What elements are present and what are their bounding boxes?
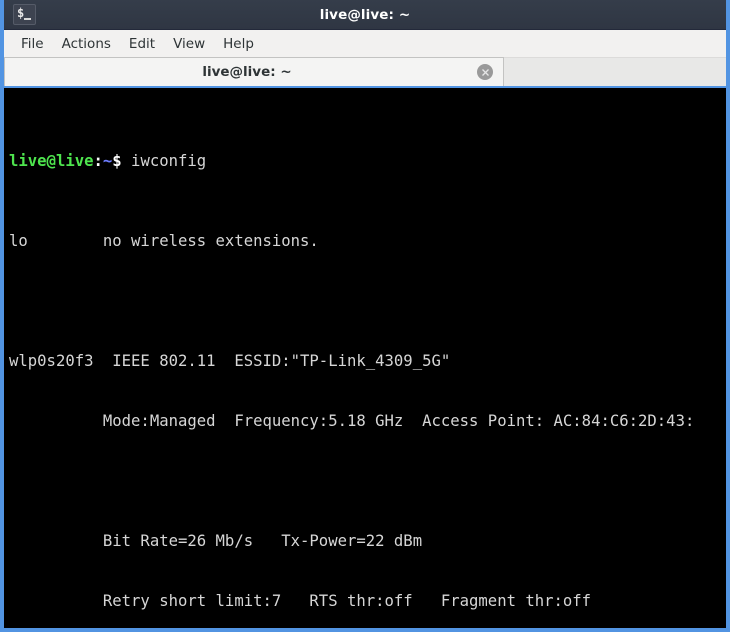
terminal-icon-dollar: $ [17,6,25,20]
terminal-screen[interactable]: live@live:~$ iwconfig lo no wireless ext… [4,88,726,628]
menu-item-actions[interactable]: Actions [53,34,120,54]
menu-item-help[interactable]: Help [214,34,263,54]
prompt-user-host: live@live [9,152,94,170]
prompt-path: ~ [102,152,113,170]
menu-item-file[interactable]: File [12,34,53,54]
tab-terminal-1[interactable]: live@live: ~ [4,57,504,86]
terminal-output-line: wlp0s20f3 IEEE 802.11 ESSID:"TP-Link_430… [9,352,451,370]
terminal-output-line: lo no wireless extensions. [9,232,319,250]
terminal-icon: $ [13,4,36,25]
window-titlebar[interactable]: $ live@live: ~ [4,0,726,30]
prompt-colon: : [93,152,103,170]
tab-bar: live@live: ~ [4,57,726,88]
terminal-output-line: Bit Rate=26 Mb/s Tx-Power=22 dBm [9,532,423,550]
terminal-window: $ live@live: ~ File Actions Edit View He… [0,0,730,632]
terminal-output-line: Mode:Managed Frequency:5.18 GHz Access P… [9,412,695,430]
terminal-prompt-line-1: live@live:~$ iwconfig [9,151,726,171]
close-circle-icon[interactable] [477,64,493,80]
terminal-output: live@live:~$ iwconfig lo no wireless ext… [9,91,726,628]
menu-item-view[interactable]: View [164,34,214,54]
terminal-command: iwconfig [121,152,207,170]
window-title: live@live: ~ [319,6,411,23]
terminal-output-line: Retry short limit:7 RTS thr:off Fragment… [9,592,592,610]
tab-label: live@live: ~ [202,64,292,80]
terminal-icon-caret [24,18,31,20]
menu-item-edit[interactable]: Edit [120,34,164,54]
prompt-sigil: $ [112,152,122,170]
menu-bar: File Actions Edit View Help [4,30,726,58]
